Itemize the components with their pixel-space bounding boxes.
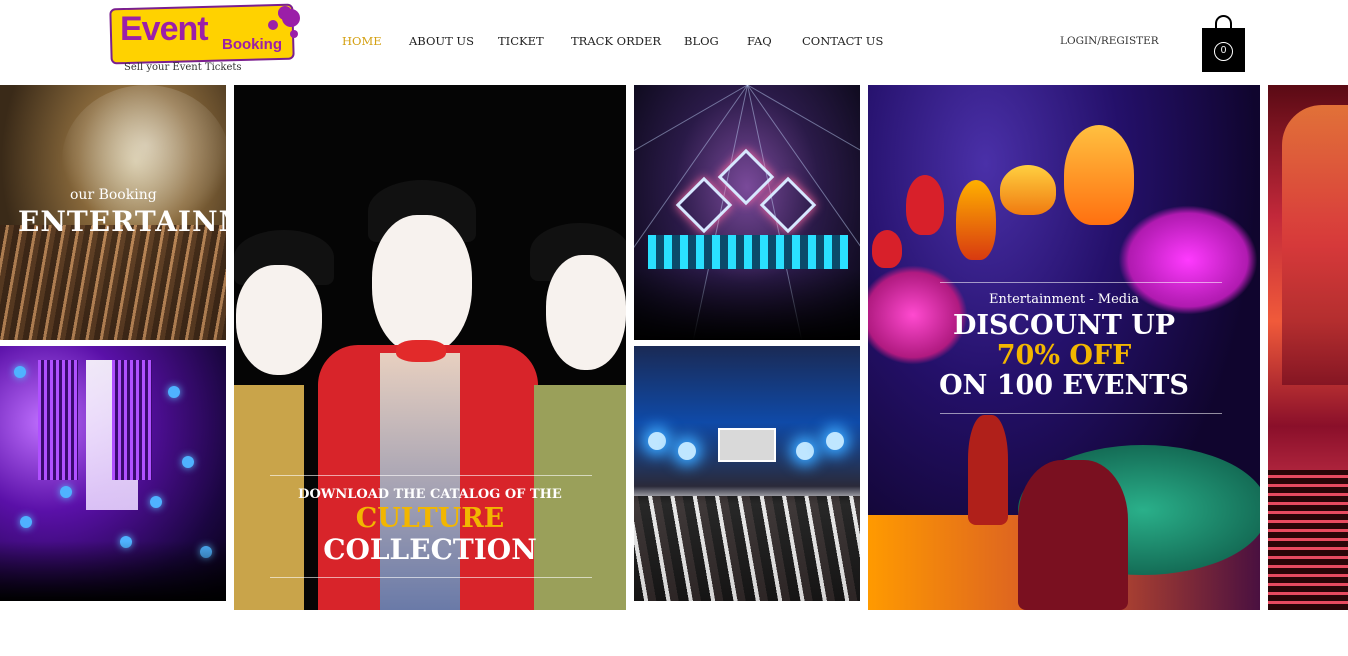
conference-hall-image[interactable] <box>634 346 860 601</box>
mime-face-right <box>546 255 626 370</box>
led-concert-image[interactable] <box>0 346 226 601</box>
chair <box>968 415 1008 525</box>
logo-tagline: Sell your Event Tickets <box>124 62 242 73</box>
laser-stage-image[interactable] <box>634 85 860 340</box>
led-light <box>60 486 72 498</box>
nav-contact-us[interactable]: CONTACT US <box>802 34 883 48</box>
lantern <box>906 175 944 235</box>
led-light <box>150 496 162 508</box>
crowd-image <box>0 225 226 340</box>
spot-light <box>796 442 814 460</box>
login-register-link[interactable]: LOGIN/REGISTER <box>1060 35 1159 47</box>
culture-line1: DOWNLOAD THE CATALOG OF THE <box>298 487 562 502</box>
hall-screen <box>718 428 776 462</box>
discount-banner[interactable]: Entertainment - Media DISCOUNT UP 70% OF… <box>868 85 1260 610</box>
booking-subtitle: our Booking <box>70 187 157 203</box>
theater-image[interactable] <box>1268 85 1348 610</box>
logo-dot <box>282 9 300 27</box>
lantern <box>956 180 996 260</box>
crowd-silhouette <box>0 541 226 601</box>
shopping-bag-icon <box>1215 15 1232 35</box>
discount-line4: ON 100 EVENTS <box>939 370 1189 401</box>
led-panel <box>112 360 152 480</box>
booking-title: ENTERTAINM <box>18 205 226 238</box>
chair <box>1018 460 1128 610</box>
led-light <box>14 366 26 378</box>
culture-line3: COLLECTION <box>323 533 537 566</box>
discount-line2: DISCOUNT UP <box>952 310 1176 341</box>
stage-truss <box>675 176 733 234</box>
stage-truss <box>717 148 775 206</box>
nav-home[interactable]: HOME <box>342 34 409 48</box>
nav-ticket[interactable]: TICKET <box>498 34 571 48</box>
discount-line1: Entertainment - Media <box>988 292 1139 307</box>
divider-line <box>940 413 1222 414</box>
discount-line3: 70% OFF <box>996 340 1132 371</box>
led-light <box>168 386 180 398</box>
theater-arch <box>1282 105 1348 385</box>
mime-face-left <box>236 265 322 375</box>
lantern <box>872 230 902 268</box>
theater-seats <box>1268 470 1348 610</box>
mime-shirt <box>380 353 460 610</box>
bow-tie <box>396 340 446 362</box>
nav-track-order[interactable]: TRACK ORDER <box>571 34 684 48</box>
divider-line <box>270 475 592 476</box>
booking-banner[interactable]: our Booking ENTERTAINM <box>0 85 226 340</box>
divider-line <box>940 282 1222 283</box>
mime-face-center <box>372 215 472 355</box>
cart-button[interactable]: 0 <box>1202 15 1245 72</box>
spot-light <box>648 432 666 450</box>
logo-dot <box>268 20 278 30</box>
site-logo[interactable]: Event Booking Sell your Event Tickets <box>109 3 302 76</box>
nav-faq[interactable]: FAQ <box>747 34 802 48</box>
spot-light <box>826 432 844 450</box>
led-panel <box>38 360 78 480</box>
logo-word-event: Event <box>120 10 209 48</box>
lantern <box>1064 125 1134 225</box>
banquet-tables <box>634 496 860 601</box>
nav-about-us[interactable]: ABOUT US <box>409 34 498 48</box>
cart-count-badge: 0 <box>1214 42 1233 61</box>
stage-lights <box>648 235 848 269</box>
divider-line <box>270 577 592 578</box>
main-nav: HOME ABOUT US TICKET TRACK ORDER BLOG FA… <box>342 34 883 48</box>
culture-collection-banner[interactable]: DOWNLOAD THE CATALOG OF THE CULTURE COLL… <box>234 85 626 610</box>
site-header: Event Booking Sell your Event Tickets HO… <box>0 0 1348 84</box>
culture-line2: CULTURE <box>355 503 505 534</box>
led-light <box>182 456 194 468</box>
led-light <box>20 516 32 528</box>
nav-blog[interactable]: BLOG <box>684 34 747 48</box>
spot-light <box>678 442 696 460</box>
lantern <box>1000 165 1056 215</box>
logo-dot <box>290 30 298 38</box>
crowd-silhouette <box>634 270 860 340</box>
logo-word-booking: Booking <box>222 36 282 53</box>
